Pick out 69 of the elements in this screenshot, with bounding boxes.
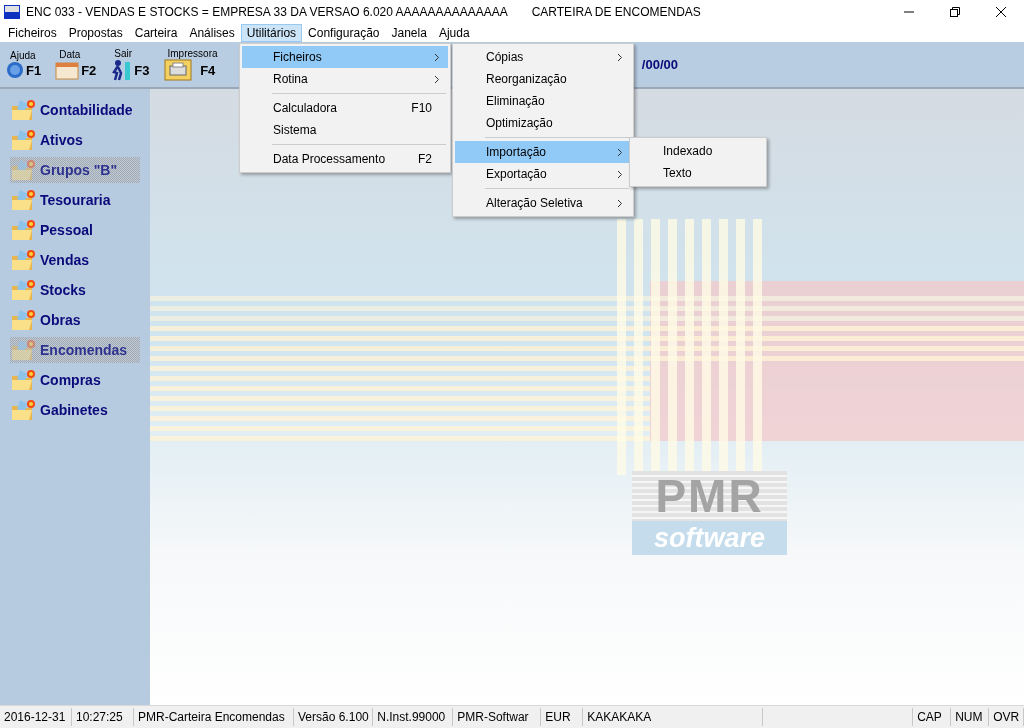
menu-item[interactable]: Sistema (242, 119, 448, 141)
sidebar-item[interactable]: Contabilidade (10, 97, 140, 123)
toolbar-button[interactable]: Impressora F4 (161, 48, 220, 81)
folder-icon (10, 278, 38, 302)
toolbar-button[interactable]: Sair F3 (108, 48, 152, 81)
toolbar-button[interactable]: Ajuda F1 (4, 50, 44, 79)
status-cell: EUR (541, 708, 584, 726)
menu-bar-item[interactable]: Análises (183, 24, 241, 42)
menu-bar-item[interactable]: Propostas (62, 24, 129, 42)
status-cell: CAP (913, 708, 952, 726)
status-cell: NUM (951, 708, 990, 726)
sidebar-item[interactable]: Compras (10, 367, 140, 393)
menu-item[interactable]: Exportação (455, 163, 631, 185)
folder-icon (10, 338, 38, 362)
menu-item[interactable]: Cópias (455, 46, 631, 68)
sidebar-item[interactable]: Ativos (10, 127, 140, 153)
printer-icon (163, 59, 192, 81)
sidebar-item[interactable]: Gabinetes (10, 397, 140, 423)
menu-bar-item[interactable]: Ajuda (432, 24, 476, 42)
window-subtitle: CARTEIRA DE ENCOMENDAS (531, 5, 701, 19)
logo-word: software (632, 521, 787, 555)
sidebar-item[interactable]: Obras (10, 307, 140, 333)
walking-person-icon (110, 59, 133, 81)
status-cell: OVR (989, 708, 1024, 726)
folder-icon (10, 98, 38, 122)
folder-icon (10, 128, 38, 152)
toolbar-button[interactable]: Data F2 (53, 49, 99, 80)
menu-item[interactable]: Importação (455, 141, 631, 163)
status-cell: 2016-12-31 (0, 708, 72, 726)
menu-item[interactable]: Reorganização (455, 68, 631, 90)
app-icon (4, 5, 20, 19)
folder-icon (10, 308, 38, 332)
menu-bar-item[interactable]: Ficheiros (2, 24, 63, 42)
folder-icon (10, 398, 38, 422)
folder-icon (10, 218, 38, 242)
menu-item[interactable]: Alteração Seletiva (455, 192, 631, 214)
help-icon (6, 61, 24, 79)
sidebar-item[interactable]: Stocks (10, 277, 140, 303)
folder-icon (10, 158, 38, 182)
menu-item[interactable]: Data Processamento F2 (242, 148, 448, 170)
folder-icon (10, 188, 38, 212)
menu-bar-item[interactable]: Carteira (128, 24, 184, 42)
date-text: /00/00 (641, 57, 678, 72)
logo-mark: PMR (632, 471, 787, 521)
window-title: ENC 033 - VENDAS E STOCKS = EMPRESA 33 DA VERSAO 6.020 AAAAAAAAAAAAAA (26, 5, 508, 19)
folder-icon (10, 368, 38, 392)
status-cell: PMR-Softwar (453, 708, 542, 726)
menu-item[interactable]: Texto (632, 162, 764, 184)
restore-icon (950, 7, 960, 17)
close-icon (996, 7, 1006, 17)
menu-item[interactable]: Calculadora F10 (242, 97, 448, 119)
menu-item[interactable]: Eliminação (455, 90, 631, 112)
menu-bar-item[interactable]: Configuração (302, 24, 386, 42)
status-cell: Versão 6.100 (294, 708, 374, 726)
menu-bar-item[interactable]: Utilitários (240, 24, 303, 42)
menu-item[interactable]: Optimização (455, 112, 631, 134)
sidebar-item[interactable]: Pessoal (10, 217, 140, 243)
menu-item[interactable]: Ficheiros (242, 46, 448, 68)
sidebar-item[interactable]: Vendas (10, 247, 140, 273)
calendar-icon (55, 60, 80, 80)
status-cell: N.Inst.99000 (373, 708, 454, 726)
status-cell: PMR-Carteira Encomendas (134, 708, 294, 726)
menu-item[interactable]: Rotina (242, 68, 448, 90)
folder-icon (10, 248, 38, 272)
sidebar-item[interactable]: Tesouraria (10, 187, 140, 213)
menu-item[interactable]: Indexado (632, 140, 764, 162)
menu-bar-item[interactable]: Janela (385, 24, 433, 42)
status-cell: 10:27:25 (72, 708, 134, 726)
status-cell: KAKAKAKA (583, 708, 764, 726)
